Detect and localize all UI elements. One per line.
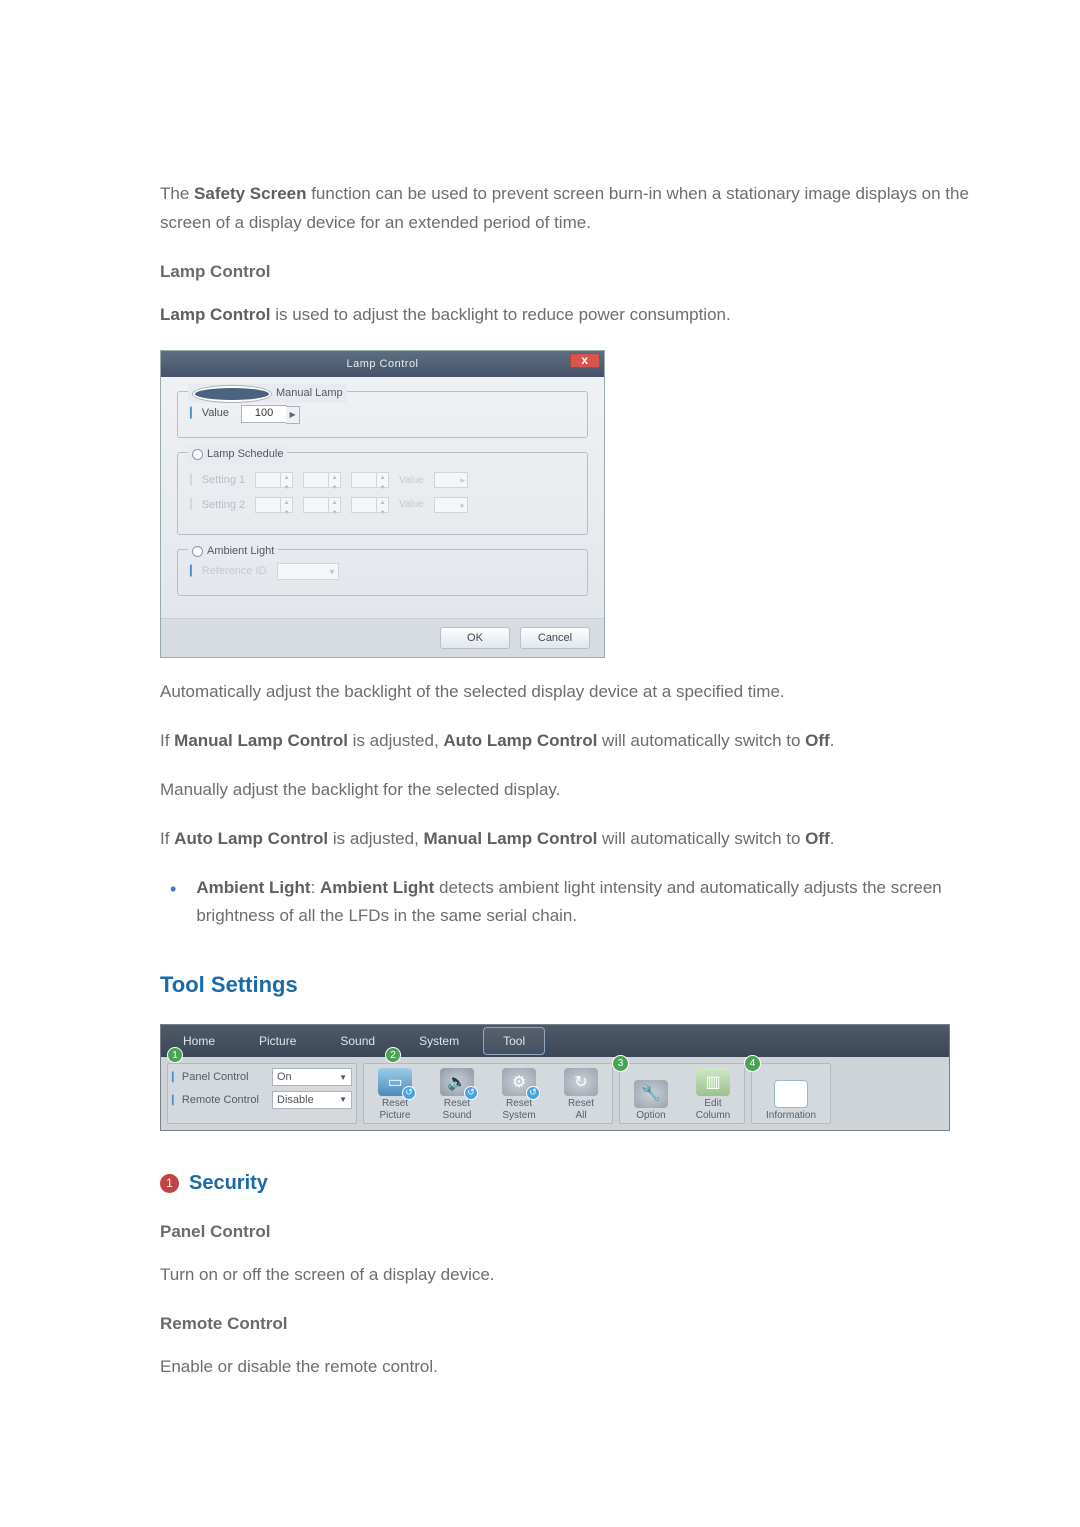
tool-ribbon: Home1 Picture Sound2 System Tool Panel C… — [160, 1024, 950, 1131]
tools-group: 3 🔧 Option ▥ EditColumn — [619, 1063, 745, 1124]
reset-badge-icon: ↺ — [464, 1086, 478, 1100]
setting2-row: Setting 2 ▲▼ ▲▼ ▲▼ Value — [190, 496, 575, 515]
tab-sound[interactable]: Sound2 — [318, 1025, 397, 1057]
ambient-light-radio[interactable] — [192, 546, 203, 557]
edit-column-button[interactable]: ▥ EditColumn — [682, 1064, 744, 1123]
value-label: Value — [190, 404, 229, 423]
close-icon[interactable]: x — [570, 353, 600, 368]
spinner: ▲▼ — [303, 497, 341, 513]
manual-adjust-paragraph: Manually adjust the backlight for the se… — [160, 776, 1000, 805]
callout-1: 1 — [167, 1047, 183, 1063]
legend-text: Lamp Schedule — [207, 445, 283, 464]
text: The — [160, 184, 194, 203]
reset-system-button[interactable]: ⚙↺ ResetSystem — [488, 1064, 550, 1123]
bullet-text: Ambient Light: Ambient Light detects amb… — [196, 874, 1000, 932]
ambient-light-bullet: • Ambient Light: Ambient Light detects a… — [160, 874, 1000, 932]
lamp-schedule-group: Lamp Schedule Setting 1 ▲▼ ▲▼ ▲▼ Value S… — [177, 452, 588, 535]
option-button[interactable]: 🔧 Option — [620, 1064, 682, 1123]
chevron-right-icon[interactable]: ▶ — [286, 406, 300, 424]
callout-3: 3 — [612, 1055, 629, 1072]
lamp-control-dialog: Lamp Control x Manual Lamp Value 100▶ La… — [160, 350, 605, 658]
info-group: 4 i Information — [751, 1063, 831, 1124]
reset-all-button[interactable]: ↻ ResetAll — [550, 1064, 612, 1123]
dialog-footer: OK Cancel — [161, 618, 604, 657]
auto-lamp-note: If Auto Lamp Control is adjusted, Manual… — [160, 825, 1000, 854]
spinner: ▲▼ — [303, 472, 341, 488]
remote-control-select[interactable]: Disable — [272, 1091, 352, 1109]
reset-sound-button[interactable]: 🔊↺ ResetSound — [426, 1064, 488, 1123]
auto-adjust-paragraph: Automatically adjust the backlight of th… — [160, 678, 1000, 707]
reset-group: ▭↺ ResetPicture 🔊↺ ResetSound ⚙↺ ResetSy… — [363, 1063, 613, 1124]
value-number: 100 — [255, 404, 273, 423]
dialog-title: Lamp Control — [346, 358, 418, 370]
legend-text: Manual Lamp — [276, 384, 343, 403]
text: is used to adjust the backlight to reduc… — [271, 305, 731, 324]
remote-control-paragraph: Enable or disable the remote control. — [160, 1353, 1000, 1382]
panel-control-select[interactable]: On — [272, 1068, 352, 1086]
manual-lamp-radio[interactable] — [192, 385, 272, 403]
tab-home[interactable]: Home1 — [161, 1025, 237, 1057]
info-icon: i — [774, 1080, 808, 1108]
setting1-label: Setting 1 — [190, 471, 245, 490]
spinner: ▲▼ — [255, 497, 293, 513]
term: Lamp Control — [160, 305, 271, 324]
tool-settings-heading: Tool Settings — [160, 966, 1000, 1003]
picture-icon: ▭↺ — [378, 1068, 412, 1096]
value-spinner[interactable]: 100▶ — [241, 405, 287, 423]
value-label: Value — [399, 496, 424, 513]
lamp-control-heading: Lamp Control — [160, 258, 1000, 287]
setting2-label: Setting 2 — [190, 496, 245, 515]
spinner: ▲▼ — [351, 472, 389, 488]
manual-lamp-note: If Manual Lamp Control is adjusted, Auto… — [160, 727, 1000, 756]
reset-picture-button[interactable]: ▭↺ ResetPicture — [364, 1064, 426, 1123]
legend-text: Ambient Light — [207, 542, 274, 561]
reference-label: Reference ID — [190, 562, 267, 581]
panel-control-label: Panel Control — [172, 1068, 249, 1087]
wrench-icon: 🔧 — [634, 1080, 668, 1108]
cancel-button[interactable]: Cancel — [520, 627, 590, 649]
manual-lamp-group: Manual Lamp Value 100▶ — [177, 391, 588, 438]
panel-control-paragraph: Turn on or off the screen of a display d… — [160, 1261, 1000, 1290]
security-controls-group: Panel Control On Remote Control Disable — [167, 1063, 357, 1124]
heading-number-badge: 1 — [160, 1174, 179, 1193]
spinner: ▲▼ — [351, 497, 389, 513]
information-button[interactable]: i Information — [752, 1064, 830, 1123]
reference-dropdown — [277, 563, 339, 580]
gear-icon: ⚙↺ — [502, 1068, 536, 1096]
value-box — [434, 497, 468, 513]
lamp-control-description: Lamp Control is used to adjust the backl… — [160, 301, 1000, 330]
tab-tool[interactable]: Tool — [481, 1025, 547, 1057]
tab-system[interactable]: System — [397, 1025, 481, 1057]
ok-button[interactable]: OK — [440, 627, 510, 649]
tab-picture[interactable]: Picture — [237, 1025, 318, 1057]
setting1-row: Setting 1 ▲▼ ▲▼ ▲▼ Value — [190, 471, 575, 490]
columns-icon: ▥ — [696, 1068, 730, 1096]
heading-text: Security — [189, 1166, 268, 1200]
sound-icon: 🔊↺ — [440, 1068, 474, 1096]
dialog-titlebar: Lamp Control x — [161, 351, 604, 378]
remote-control-label: Remote Control — [172, 1091, 259, 1110]
bullet-icon: • — [170, 874, 176, 932]
ambient-light-group: Ambient Light Reference ID — [177, 549, 588, 596]
ribbon-tabs: Home1 Picture Sound2 System Tool — [161, 1025, 949, 1057]
callout-4: 4 — [744, 1055, 761, 1072]
value-label: Value — [399, 472, 424, 489]
spinner: ▲▼ — [255, 472, 293, 488]
refresh-icon: ↻ — [564, 1068, 598, 1096]
safety-screen-paragraph: The Safety Screen function can be used t… — [160, 180, 1000, 238]
security-heading: 1 Security — [160, 1166, 1000, 1200]
lamp-schedule-radio[interactable] — [192, 449, 203, 460]
panel-control-heading: Panel Control — [160, 1218, 1000, 1247]
safety-screen-term: Safety Screen — [194, 184, 306, 203]
value-box — [434, 472, 468, 488]
reset-badge-icon: ↺ — [526, 1086, 540, 1100]
reset-badge-icon: ↺ — [402, 1086, 416, 1100]
remote-control-heading: Remote Control — [160, 1310, 1000, 1339]
